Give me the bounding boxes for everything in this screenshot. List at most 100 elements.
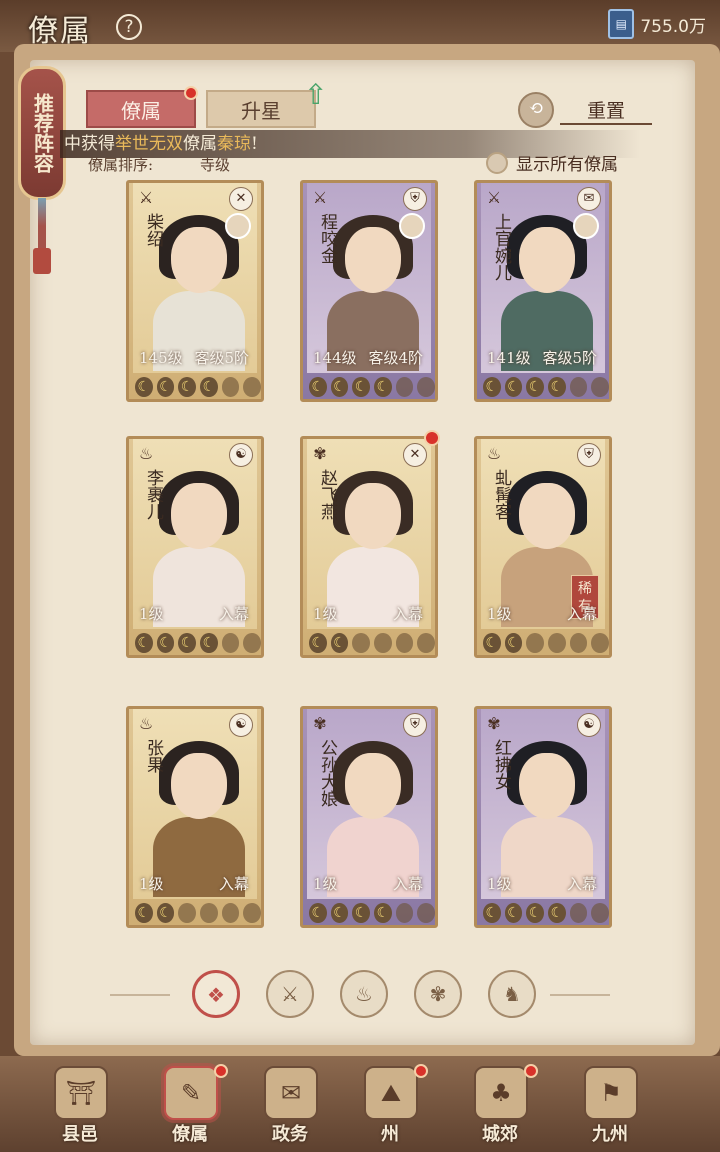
- nav-item[interactable]: ✎ 僚属: [140, 1056, 240, 1152]
- moon-star-filled-icon: ☾: [526, 377, 545, 397]
- fan-icon: ✾: [313, 714, 327, 733]
- filter-warrior-icon[interactable]: ⚔: [266, 970, 314, 1018]
- moon-star-empty-icon: [352, 633, 371, 653]
- moon-star-empty-icon: [569, 903, 588, 923]
- nav-label: 城郊: [482, 1124, 518, 1145]
- moon-star-filled-icon: ☾: [135, 633, 153, 653]
- retainer-rank: 客级5阶: [194, 349, 249, 367]
- retainer-card[interactable]: ♨ ⛨ 虬髯客 稀有 1级 入幕 ☾ ☾: [474, 436, 612, 658]
- star-rating: ☾ ☾ ☾ ☾: [309, 903, 435, 923]
- moon-star-filled-icon: ☾: [504, 377, 523, 397]
- nav-icon: ♣: [474, 1066, 528, 1120]
- moon-star-empty-icon: [243, 903, 261, 923]
- notification-dot: [414, 1064, 428, 1078]
- nav-label: 县邑: [62, 1124, 98, 1145]
- nav-item[interactable]: ♣ 城郊: [450, 1056, 550, 1152]
- warrior-icon: ⚔: [312, 188, 328, 207]
- moon-star-filled-icon: ☾: [374, 903, 392, 923]
- shield-icon: ⛨: [403, 187, 427, 211]
- moon-star-filled-icon: ☾: [483, 633, 501, 653]
- filter-gourd-icon[interactable]: ♨: [340, 970, 388, 1018]
- help-icon[interactable]: ?: [116, 14, 142, 40]
- nav-item[interactable]: ⛩ 县邑: [30, 1056, 130, 1152]
- arrow-up-icon: ⇧: [304, 78, 328, 111]
- retainer-name: 赵飞燕: [317, 469, 337, 520]
- show-all-toggle[interactable]: 显示所有僚属: [486, 150, 618, 175]
- retainer-card[interactable]: ♨ ☯ 李裹儿 1级 入幕 ☾ ☾ ☾ ☾: [126, 436, 264, 658]
- star-rating: ☾ ☾ ☾ ☾: [135, 377, 261, 397]
- moon-star-empty-icon: [221, 633, 240, 653]
- moon-star-empty-icon: [417, 633, 435, 653]
- tab-retainers[interactable]: 僚属: [86, 90, 196, 128]
- nav-item[interactable]: ⛰ 州: [340, 1056, 440, 1152]
- show-all-checkbox[interactable]: [486, 151, 508, 174]
- fan-icon: ✾: [487, 714, 501, 733]
- retainer-level: 1级: [139, 605, 164, 623]
- moon-star-filled-icon: ☾: [504, 903, 523, 923]
- retainer-card[interactable]: ⚔ ✕ 柴绍 145级 客级5阶 ☾ ☾ ☾ ☾: [126, 180, 264, 402]
- filter-all-icon[interactable]: ❖: [192, 970, 240, 1018]
- tab-star-up-label: 升星: [241, 99, 281, 123]
- retainer-rank: 入幕: [392, 875, 423, 893]
- sword-icon: ✕: [403, 443, 427, 467]
- sort-label: 僚属排序:: [88, 156, 154, 174]
- moon-star-empty-icon: [221, 377, 240, 397]
- recommend-lineup-button[interactable]: 推荐阵容: [18, 66, 66, 200]
- moon-star-filled-icon: ☾: [178, 377, 197, 397]
- retainer-level: 144级: [313, 349, 357, 367]
- moon-star-filled-icon: ☾: [352, 903, 371, 923]
- retainer-card[interactable]: ✾ ✕ 赵飞燕 1级 入幕 ☾ ☾: [300, 436, 438, 658]
- retainer-level: 1级: [139, 875, 164, 893]
- tab-retainers-label: 僚属: [121, 99, 161, 123]
- moon-star-empty-icon: [569, 377, 588, 397]
- recommend-label: 推荐阵容: [30, 93, 55, 173]
- moon-star-filled-icon: ☾: [156, 633, 175, 653]
- filter-beast-icon[interactable]: ♞: [488, 970, 536, 1018]
- card-art: ✾ ⛨ 公孙大娘 1级 入幕: [307, 709, 431, 899]
- retainer-name: 虬髯客: [491, 469, 511, 520]
- retainer-level: 1级: [487, 875, 512, 893]
- tab-star-up[interactable]: 升星: [206, 90, 316, 128]
- moon-star-empty-icon: [591, 377, 609, 397]
- retainer-level: 141级: [487, 349, 531, 367]
- moon-star-empty-icon: [417, 377, 435, 397]
- yinyang-icon: ☯: [229, 443, 253, 467]
- warrior-icon: ⚔: [486, 188, 502, 207]
- show-all-label: 显示所有僚属: [516, 155, 618, 175]
- moon-star-filled-icon: ☾: [483, 903, 501, 923]
- moon-star-filled-icon: ☾: [330, 903, 349, 923]
- moon-star-filled-icon: ☾: [156, 903, 175, 923]
- tassel-decoration: [33, 198, 51, 274]
- shield-icon: ⛨: [403, 713, 427, 737]
- retainer-card[interactable]: ♨ ☯ 张果 1级 入幕 ☾ ☾: [126, 706, 264, 928]
- moon-star-filled-icon: ☾: [178, 633, 197, 653]
- moon-star-empty-icon: [526, 633, 545, 653]
- notice-rarity: 举世无双: [115, 134, 183, 154]
- retainer-card[interactable]: ✾ ⛨ 公孙大娘 1级 入幕 ☾ ☾ ☾ ☾: [300, 706, 438, 928]
- nav-icon: ✎: [164, 1066, 218, 1120]
- gourd-icon: ♨: [138, 444, 154, 463]
- retainer-name: 红拂女: [491, 739, 511, 790]
- moon-star-empty-icon: [591, 903, 609, 923]
- retainer-card[interactable]: ✾ ☯ 红拂女 1级 入幕 ☾ ☾ ☾ ☾: [474, 706, 612, 928]
- reset-button[interactable]: ⟲ 重置: [518, 92, 652, 128]
- notice-mid: 僚属: [183, 134, 217, 154]
- shield-icon: ⛨: [577, 443, 601, 467]
- sort-dropdown[interactable]: 寺级: [200, 154, 230, 175]
- retainer-level: 145级: [139, 349, 183, 367]
- star-rating: ☾ ☾: [309, 633, 435, 653]
- nav-item[interactable]: ⚑ 九州: [560, 1056, 660, 1152]
- nav-item[interactable]: ✉ 政务: [240, 1056, 340, 1152]
- moon-star-empty-icon: [243, 633, 261, 653]
- avatar: [225, 213, 251, 239]
- retainer-card[interactable]: ⚔ ⛨ 程咬金 144级 客级4阶 ☾ ☾ ☾ ☾: [300, 180, 438, 402]
- retainer-rank: 入幕: [566, 875, 597, 893]
- bottom-nav: ⛩ 县邑 ✎ 僚属 ✉ 政务 ⛰ 州 ♣ 城郊 ⚑ 九州: [0, 1056, 720, 1152]
- filter-fan-icon[interactable]: ✾: [414, 970, 462, 1018]
- moon-star-filled-icon: ☾: [309, 377, 327, 397]
- moon-star-filled-icon: ☾: [352, 377, 371, 397]
- retainer-card[interactable]: ⚔ ✉ 上官婉儿 141级 客级5阶 ☾ ☾ ☾ ☾: [474, 180, 612, 402]
- star-rating: ☾ ☾ ☾ ☾: [309, 377, 435, 397]
- moon-star-filled-icon: ☾: [483, 377, 501, 397]
- moon-star-empty-icon: [548, 633, 566, 653]
